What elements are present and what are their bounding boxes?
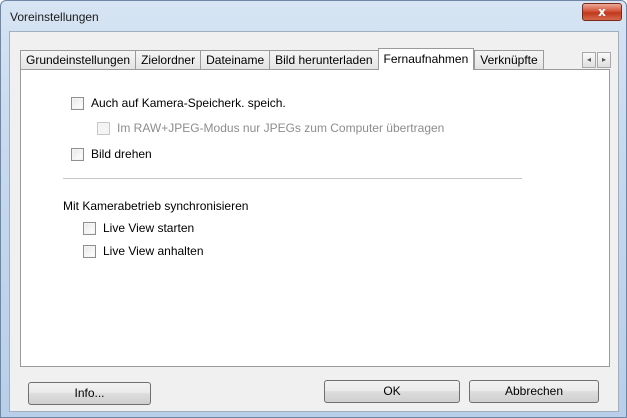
section-divider (63, 178, 522, 180)
ok-button[interactable]: OK (324, 380, 460, 403)
title-bar[interactable]: Voreinstellungen x (1, 1, 626, 31)
close-button[interactable]: x (582, 3, 622, 21)
cancel-button[interactable]: Abbrechen (469, 380, 599, 403)
save-to-card-label[interactable]: Auch auf Kamera-Speicherk. speich. (91, 96, 286, 110)
tab-verknuepfte[interactable]: Verknüpfte (474, 50, 545, 70)
rotate-image-label[interactable]: Bild drehen (91, 147, 152, 161)
sync-section-label: Mit Kamerabetrieb synchronisieren (63, 199, 249, 213)
tab-bild-herunterladen[interactable]: Bild herunterladen (269, 50, 378, 70)
rotate-image-checkbox[interactable] (71, 147, 84, 161)
live-view-start-option[interactable]: Live View starten (83, 221, 194, 235)
live-view-stop-checkbox[interactable] (83, 244, 96, 258)
tab-grundeinstellungen[interactable]: Grundeinstellungen (20, 50, 136, 70)
save-to-card-checkbox[interactable] (71, 96, 84, 110)
raw-jpeg-only-option: Im RAW+JPEG-Modus nur JPEGs zum Computer… (97, 121, 444, 135)
tab-panel-fernaufnahmen (20, 69, 610, 367)
info-button[interactable]: Info... (28, 382, 151, 405)
window-title: Voreinstellungen (10, 10, 99, 24)
live-view-stop-label[interactable]: Live View anhalten (103, 244, 204, 258)
tab-strip: Grundeinstellungen Zielordner Dateiname … (20, 48, 545, 70)
rotate-image-option[interactable]: Bild drehen (71, 147, 152, 161)
tab-fernaufnahmen[interactable]: Fernaufnahmen (377, 48, 475, 70)
raw-jpeg-only-label: Im RAW+JPEG-Modus nur JPEGs zum Computer… (117, 121, 445, 135)
tab-zielordner[interactable]: Zielordner (135, 50, 201, 70)
tab-dateiname[interactable]: Dateiname (200, 50, 270, 70)
save-to-card-option[interactable]: Auch auf Kamera-Speicherk. speich. (71, 96, 286, 110)
raw-jpeg-only-checkbox (97, 121, 110, 135)
live-view-start-label[interactable]: Live View starten (103, 221, 194, 235)
tab-scroll-left-icon[interactable]: ◂ (582, 52, 596, 68)
live-view-start-checkbox[interactable] (83, 221, 96, 235)
tab-scroll-right-icon[interactable]: ▸ (597, 52, 611, 68)
live-view-stop-option[interactable]: Live View anhalten (83, 244, 204, 258)
